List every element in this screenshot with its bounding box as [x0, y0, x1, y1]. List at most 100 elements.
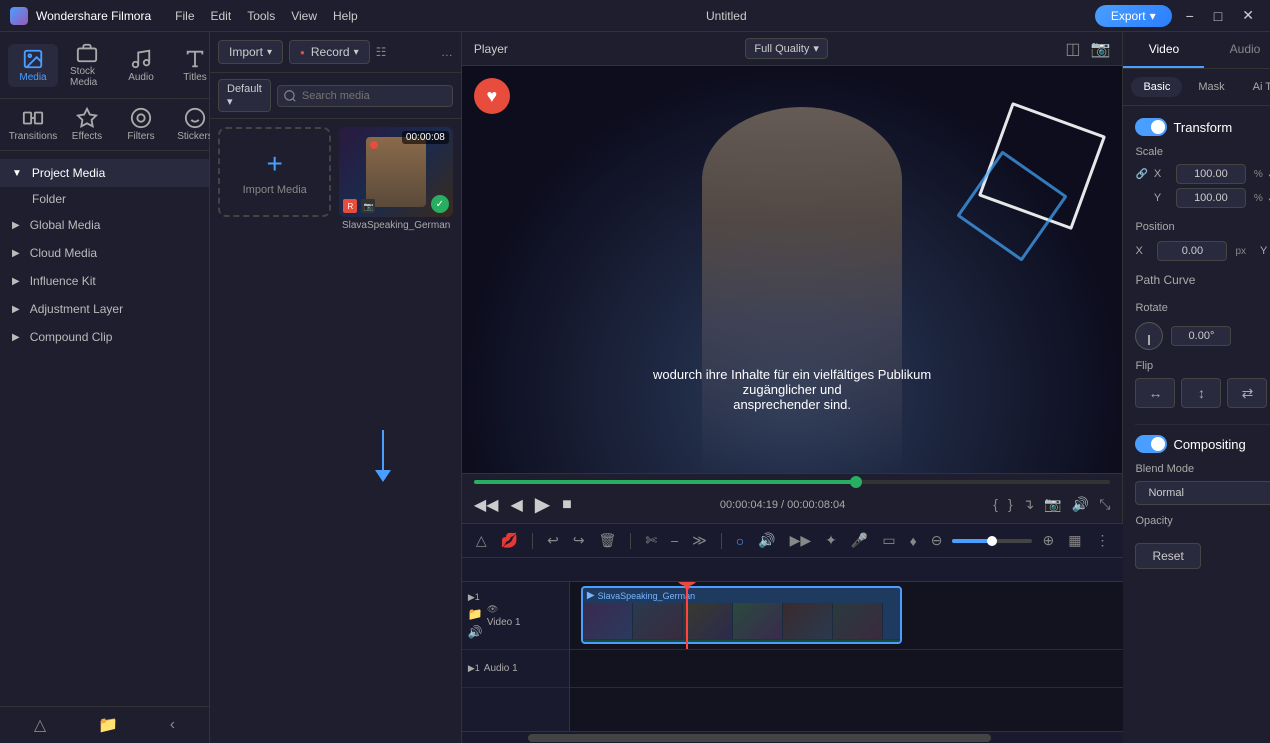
toolbar-effects[interactable]: Effects: [62, 103, 112, 146]
media-sort-icon[interactable]: ☷: [376, 45, 387, 59]
left-bottom-add-track[interactable]: △: [34, 715, 46, 735]
rotate-input[interactable]: [1171, 326, 1231, 346]
tl-speed[interactable]: ▶▶: [786, 530, 816, 551]
tl-more-tools[interactable]: ≫: [688, 530, 711, 551]
media-thumbnail[interactable]: 00:00:08 R 📷 ✓: [339, 127, 452, 217]
toolbar-audio[interactable]: Audio: [116, 44, 166, 87]
progress-bar[interactable]: [474, 480, 1111, 484]
nav-cloud-media[interactable]: ▶ Cloud Media: [0, 239, 209, 267]
rotate-dial[interactable]: [1135, 322, 1163, 350]
blend-mode-select[interactable]: Normal: [1135, 481, 1270, 505]
out-point-icon[interactable]: }: [1008, 496, 1013, 513]
tl-keyframe[interactable]: ♦: [906, 531, 921, 551]
tl-sep-2: [630, 533, 631, 549]
in-point-icon[interactable]: {: [993, 496, 998, 513]
left-panel: Media Stock Media Audio Titles ❯ Transit…: [0, 32, 210, 743]
snapshot-icon[interactable]: 📷: [1044, 496, 1061, 513]
video-clip[interactable]: ▶ SlavaSpeaking_German: [581, 586, 902, 644]
nav-folder[interactable]: Folder: [0, 187, 209, 211]
fullscreen-icon[interactable]: ⤡: [1099, 496, 1110, 513]
add-to-timeline-icon[interactable]: ↴: [1023, 496, 1035, 513]
clip-audio-wave: [583, 639, 900, 644]
tl-minus[interactable]: ⊖: [927, 530, 947, 551]
toolbar-stock[interactable]: Stock Media: [62, 38, 112, 92]
flip-h-button[interactable]: ↔: [1135, 378, 1175, 408]
menu-tools[interactable]: Tools: [247, 9, 275, 23]
timeline-scroll-thumb[interactable]: [528, 734, 991, 742]
export-button[interactable]: Export ▾: [1095, 5, 1172, 27]
menu-edit[interactable]: Edit: [211, 9, 232, 23]
tl-redo[interactable]: ↪: [569, 530, 589, 551]
timeline-ruler: 00:04:04 00:00:05:00 00:00:05:20 00:00:0…: [462, 558, 1124, 582]
progress-thumb[interactable]: [850, 476, 862, 488]
menu-view[interactable]: View: [291, 9, 317, 23]
media-search-row: Default ▾: [210, 73, 461, 119]
tl-voice[interactable]: 🎤: [847, 530, 872, 551]
tab-audio[interactable]: Audio: [1204, 32, 1270, 68]
record-button[interactable]: ● Record ▾: [289, 40, 370, 64]
tl-settings[interactable]: ⋮: [1091, 530, 1113, 551]
toolbar-media[interactable]: Media: [8, 44, 58, 87]
subtab-mask[interactable]: Mask: [1186, 77, 1236, 97]
skip-back-button[interactable]: ◀◀: [474, 495, 499, 515]
nav-compound-clip[interactable]: ▶ Compound Clip: [0, 323, 209, 351]
scale-x-input[interactable]: [1176, 164, 1246, 184]
media-more-icon[interactable]: …: [441, 45, 453, 59]
audio-track: [570, 650, 1124, 688]
menu-help[interactable]: Help: [333, 9, 358, 23]
nav-project-media[interactable]: ▼ Project Media: [0, 159, 209, 187]
media-default-select[interactable]: Default ▾: [218, 79, 271, 112]
time-display: 00:00:04:19 / 00:00:08:04: [720, 499, 845, 511]
stop-button[interactable]: ■: [562, 496, 572, 514]
player-label: Player: [474, 42, 508, 56]
tl-split-audio[interactable]: 🔊: [754, 530, 779, 551]
tl-transition[interactable]: ✦: [821, 530, 841, 551]
subtab-ai-tools[interactable]: Ai Tools: [1241, 77, 1270, 97]
tl-cut[interactable]: ✄: [641, 530, 661, 551]
nav-adjustment-layer[interactable]: ▶ Adjustment Layer: [0, 295, 209, 323]
nav-global-media[interactable]: ▶ Global Media: [0, 211, 209, 239]
play-button[interactable]: ▶: [535, 492, 550, 517]
menu-file[interactable]: File: [175, 9, 194, 23]
menu-bar: File Edit Tools View Help: [175, 9, 358, 23]
layout-icon[interactable]: ◫: [1065, 39, 1080, 59]
quality-selector[interactable]: Full Quality ▾: [745, 38, 828, 59]
tl-undo[interactable]: ↩: [543, 530, 563, 551]
tl-grid[interactable]: ▦: [1064, 530, 1085, 551]
playback-controls: ◀◀ ◀ ▶ ■: [474, 492, 572, 517]
volume-icon[interactable]: 🔊: [1072, 496, 1089, 513]
left-collapse[interactable]: ‹: [170, 716, 175, 734]
compositing-toggle[interactable]: [1135, 435, 1167, 453]
maximize-button[interactable]: □: [1208, 8, 1228, 24]
tl-add-audio[interactable]: 💋: [497, 530, 522, 551]
import-media-cell[interactable]: + Import Media: [218, 127, 331, 217]
tl-ripple[interactable]: ⎯: [667, 530, 682, 551]
position-x-input[interactable]: [1157, 241, 1227, 261]
tab-video[interactable]: Video: [1123, 32, 1204, 68]
import-button[interactable]: Import ▾: [218, 40, 283, 64]
tl-plus[interactable]: ⊕: [1038, 530, 1058, 551]
close-button[interactable]: ✕: [1236, 7, 1260, 24]
track-volume-icon[interactable]: 🔊: [468, 625, 483, 639]
left-bottom-folder[interactable]: 📁: [98, 715, 118, 735]
search-input[interactable]: [277, 85, 453, 107]
scale-y-input[interactable]: [1176, 188, 1246, 208]
screenshot-icon[interactable]: 📷: [1091, 39, 1111, 59]
reset-button[interactable]: Reset: [1135, 543, 1200, 569]
tl-add-track[interactable]: △: [472, 530, 491, 551]
frame-back-button[interactable]: ◀: [510, 495, 522, 515]
nav-influence-kit[interactable]: ▶ Influence Kit: [0, 267, 209, 295]
tl-magnet[interactable]: ○: [732, 531, 748, 551]
flip-h2-button[interactable]: ⇄: [1227, 378, 1267, 408]
flip-v-button[interactable]: ↕: [1181, 378, 1221, 408]
tl-zoom-bar[interactable]: [952, 539, 1032, 543]
tl-delete[interactable]: 🗑: [595, 530, 621, 551]
toolbar-filters[interactable]: Filters: [116, 103, 166, 146]
video-placeholder: ♥ wodurch ihre Inhalte für ein vielfälti…: [462, 66, 1123, 473]
toolbar-transitions[interactable]: Transitions: [8, 103, 58, 146]
minimize-button[interactable]: −: [1180, 8, 1200, 24]
tl-subtitle[interactable]: ▭: [878, 530, 899, 551]
subtab-basic[interactable]: Basic: [1131, 77, 1182, 97]
transform-toggle[interactable]: [1135, 118, 1167, 136]
track-folder-icon[interactable]: 📁: [468, 607, 483, 621]
